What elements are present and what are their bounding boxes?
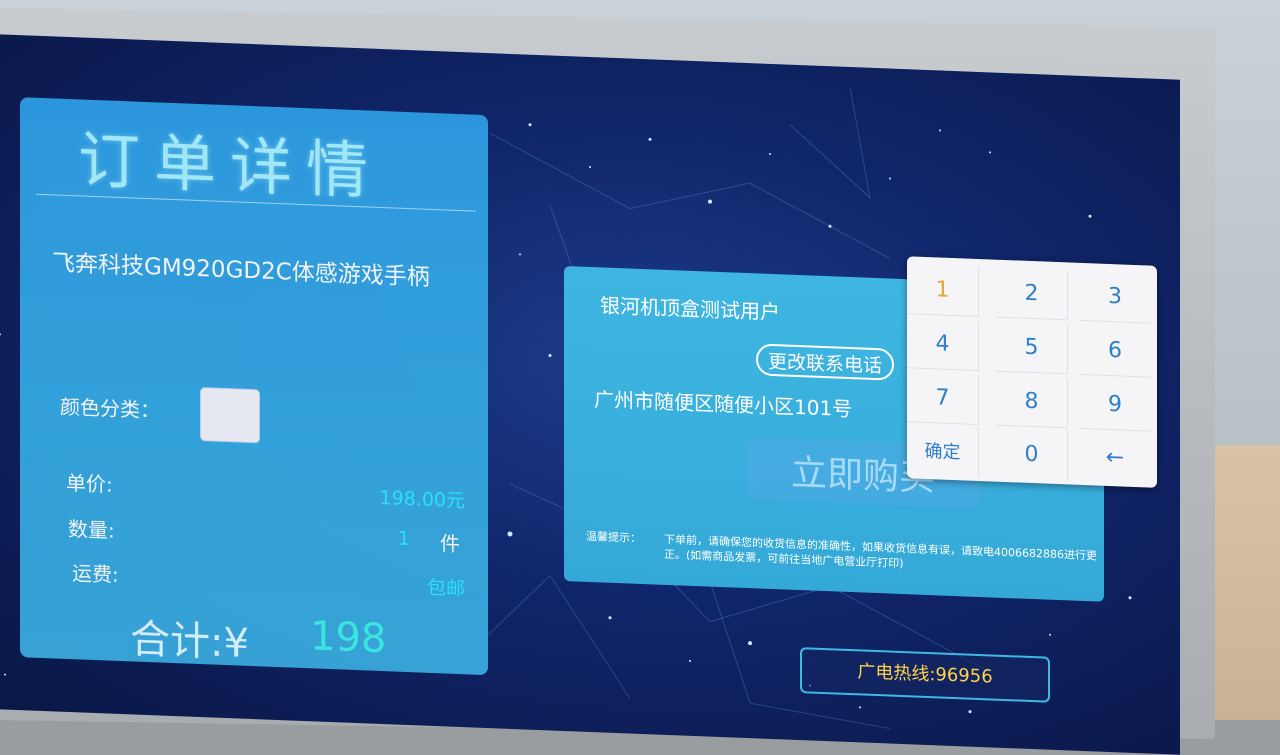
shipping-label: 运费: — [72, 561, 119, 587]
key-5[interactable]: 5 — [996, 321, 1068, 375]
tip-block: 温馨提示： 下单前，请确保您的收货信息的准确性，如果收货信息有误，请致电4006… — [586, 529, 1106, 570]
quantity-value[interactable]: 1 — [350, 526, 410, 550]
order-title: 订单详情 — [78, 123, 383, 209]
product-name: 飞奔科技GM920GD2C体感游戏手柄 — [52, 250, 430, 291]
monitor-bezel: 订单详情 飞奔科技GM920GD2C体感游戏手柄 颜色分类： 单价: 198.0… — [0, 8, 1215, 755]
key-8[interactable]: 8 — [996, 375, 1068, 429]
color-label: 颜色分类： — [60, 394, 160, 423]
order-details-panel: 订单详情 飞奔科技GM920GD2C体感游戏手柄 颜色分类： 单价: 198.0… — [20, 97, 488, 676]
backspace-key[interactable]: ← — [1079, 431, 1151, 484]
key-6[interactable]: 6 — [1079, 324, 1151, 378]
price-value: 198.00元 — [379, 486, 465, 513]
key-2[interactable]: 2 — [996, 267, 1068, 321]
tip-label: 温馨提示： — [586, 529, 641, 545]
quantity-unit: 件 — [440, 531, 460, 557]
user-name: 银河机顶盒测试用户 — [600, 293, 780, 325]
numeric-keypad: 1 2 3 4 5 6 7 8 9 确定 0 ← — [907, 256, 1157, 488]
key-9[interactable]: 9 — [1079, 378, 1151, 432]
key-0[interactable]: 0 — [996, 427, 1068, 481]
total-value: 198 — [310, 613, 387, 663]
hotline-badge: 广电热线:96956 — [800, 647, 1050, 703]
change-phone-button[interactable]: 更改联系电话 — [756, 343, 895, 381]
address-text: 广州市随便区随便小区101号 — [594, 387, 853, 422]
key-7[interactable]: 7 — [907, 372, 979, 425]
price-label: 单价: — [66, 470, 113, 497]
quantity-label: 数量: — [68, 516, 115, 543]
key-3[interactable]: 3 — [1079, 270, 1151, 324]
key-confirm[interactable]: 确定 — [907, 424, 979, 477]
color-swatch[interactable] — [200, 387, 260, 444]
key-1[interactable]: 1 — [907, 264, 979, 317]
tip-text: 下单前，请确保您的收货信息的准确性，如果收货信息有误，请致电4006682886… — [664, 532, 1097, 571]
total-label: 合计:¥ — [130, 616, 249, 667]
key-4[interactable]: 4 — [907, 318, 979, 371]
shipping-value: 包邮 — [426, 576, 465, 601]
tv-screen: 订单详情 飞奔科技GM920GD2C体感游戏手柄 颜色分类： 单价: 198.0… — [0, 34, 1180, 755]
